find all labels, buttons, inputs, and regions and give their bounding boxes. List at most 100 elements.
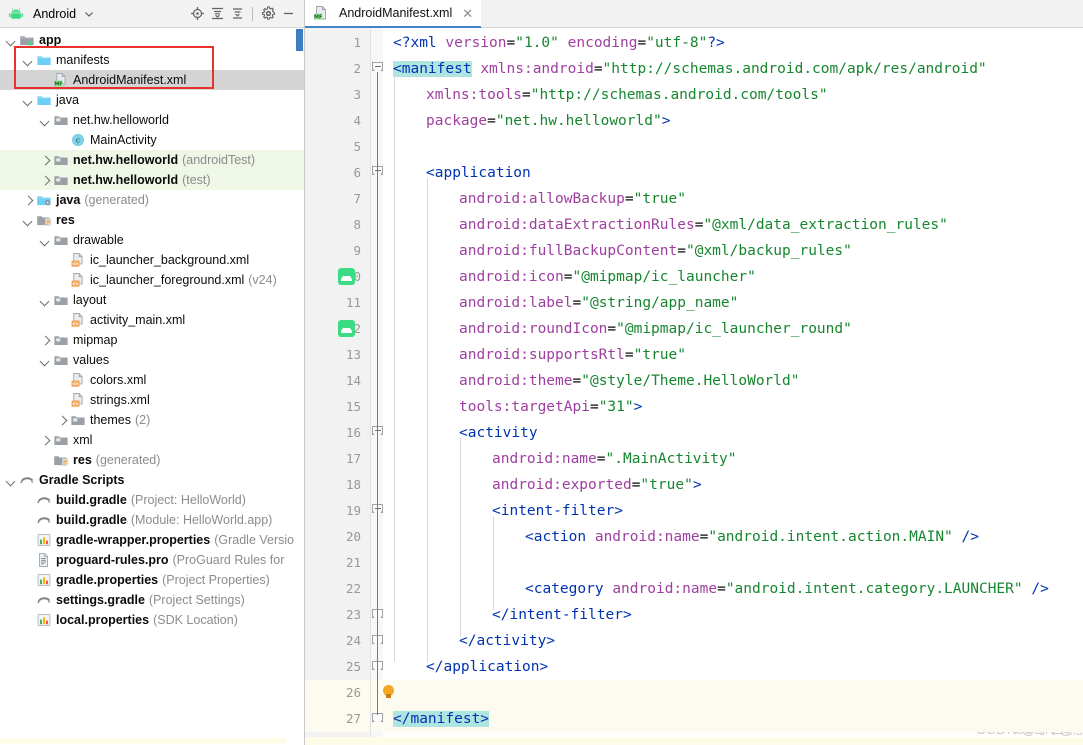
code-line[interactable]: android:allowBackup="true" — [383, 186, 1083, 212]
tree-item-androidmanifest-xml[interactable]: MF AndroidManifest.xml — [0, 70, 304, 90]
code-line[interactable]: android:label="@string/app_name" — [383, 290, 1083, 316]
code-line[interactable]: tools:targetApi="31"> — [383, 394, 1083, 420]
chevron-right-icon[interactable] — [40, 155, 51, 166]
code-line[interactable]: </manifest> — [383, 706, 1083, 732]
project-tree[interactable]: app manifests MF AndroidManifest.xml java net… — [0, 28, 304, 745]
tree-item-net-hw-helloworld[interactable]: net.hw.helloworld — [0, 110, 304, 130]
code-line[interactable]: <action android:name="android.intent.act… — [383, 524, 1083, 550]
tree-item-layout[interactable]: layout — [0, 290, 304, 310]
tree-item-net-hw-helloworld[interactable]: net.hw.helloworld (androidTest) — [0, 150, 304, 170]
indent-guide — [460, 438, 461, 636]
tree-item-gradle-scripts[interactable]: Gradle Scripts — [0, 470, 304, 490]
settings-gear-icon[interactable] — [258, 4, 278, 24]
code-line[interactable]: </intent-filter> — [383, 602, 1083, 628]
code-line[interactable]: <manifest xmlns:android="http://schemas.… — [383, 56, 1083, 82]
code-line[interactable]: package="net.hw.helloworld"> — [383, 108, 1083, 134]
code-line[interactable] — [383, 680, 1083, 706]
project-panel-hscrollbar-thumb[interactable] — [0, 738, 286, 744]
code-line[interactable]: <activity — [383, 420, 1083, 446]
chevron-right-icon[interactable] — [40, 335, 51, 346]
tree-item-build-gradle[interactable]: build.gradle (Module: HelloWorld.app) — [0, 510, 304, 530]
chevron-down-icon[interactable] — [40, 235, 51, 246]
code-line[interactable]: android:exported="true"> — [383, 472, 1083, 498]
tree-item-themes[interactable]: themes (2) — [0, 410, 304, 430]
tree-item-net-hw-helloworld[interactable]: net.hw.helloworld (test) — [0, 170, 304, 190]
android-icon[interactable] — [338, 320, 355, 337]
close-icon[interactable]: ✕ — [462, 7, 473, 20]
tree-item-res[interactable]: res — [0, 210, 304, 230]
tree-item-ic-launcher-foreground-xml[interactable]: <> ic_launcher_foreground.xml (v24) — [0, 270, 304, 290]
tree-item-local-properties[interactable]: local.properties (SDK Location) — [0, 610, 304, 630]
tree-item-values[interactable]: values — [0, 350, 304, 370]
code-line-text: android:icon="@mipmap/ic_launcher" — [383, 264, 756, 290]
tree-item-drawable[interactable]: drawable — [0, 230, 304, 250]
chevron-down-icon[interactable] — [23, 215, 34, 226]
tree-item-app[interactable]: app — [0, 30, 304, 50]
code-line[interactable] — [383, 550, 1083, 576]
tree-item-strings-xml[interactable]: <> strings.xml — [0, 390, 304, 410]
tree-item-mainactivity[interactable]: c MainActivity — [0, 130, 304, 150]
code-line[interactable]: <intent-filter> — [383, 498, 1083, 524]
chevron-down-icon[interactable] — [23, 55, 34, 66]
code-line[interactable]: android:supportsRtl="true" — [383, 342, 1083, 368]
tree-item-label: mipmap — [73, 333, 118, 347]
chevron-down-icon[interactable] — [6, 475, 17, 486]
expand-all-icon[interactable] — [207, 4, 227, 24]
code-editor[interactable]: 1234567891011121314151617181920212223242… — [305, 28, 1083, 745]
tree-item-java[interactable]: java (generated) — [0, 190, 304, 210]
code-content[interactable]: CSDN @小白熊 CSDN @小@浅夏355 <?xml version="1… — [383, 28, 1083, 745]
code-line[interactable]: android:name=".MainActivity" — [383, 446, 1083, 472]
editor-horizontal-scrollbar[interactable] — [305, 737, 1083, 745]
chevron-down-icon[interactable] — [40, 115, 51, 126]
code-line[interactable]: android:dataExtractionRules="@xml/data_e… — [383, 212, 1083, 238]
chevron-down-icon[interactable] — [40, 355, 51, 366]
chevron-right-icon[interactable] — [57, 415, 68, 426]
code-line[interactable]: <category android:name="android.intent.c… — [383, 576, 1083, 602]
tree-item-proguard-rules-pro[interactable]: proguard-rules.pro (ProGuard Rules for — [0, 550, 304, 570]
tab-android-manifest[interactable]: MF AndroidManifest.xml ✕ — [305, 0, 482, 28]
code-line-text: package="net.hw.helloworld"> — [383, 108, 670, 134]
tree-item-settings-gradle[interactable]: settings.gradle (Project Settings) — [0, 590, 304, 610]
tree-item-ic-launcher-background-xml[interactable]: <> ic_launcher_background.xml — [0, 250, 304, 270]
tree-item-java[interactable]: java — [0, 90, 304, 110]
tree-item-gradle-wrapper-properties[interactable]: gradle-wrapper.properties (Gradle Versio — [0, 530, 304, 550]
project-panel-scrollbar-track[interactable] — [296, 29, 303, 743]
tree-item-colors-xml[interactable]: <> colors.xml — [0, 370, 304, 390]
code-line[interactable]: android:roundIcon="@mipmap/ic_launcher_r… — [383, 316, 1083, 342]
code-line[interactable] — [383, 134, 1083, 160]
tree-item-build-gradle[interactable]: build.gradle (Project: HelloWorld) — [0, 490, 304, 510]
chevron-down-icon[interactable] — [23, 95, 34, 106]
chevron-right-icon[interactable] — [23, 195, 34, 206]
locate-target-icon[interactable] — [187, 4, 207, 24]
tree-item-gradle-properties[interactable]: gradle.properties (Project Properties) — [0, 570, 304, 590]
chevron-right-icon[interactable] — [40, 175, 51, 186]
code-line[interactable]: </application> — [383, 654, 1083, 680]
tree-item-res[interactable]: res (generated) — [0, 450, 304, 470]
line-number-gutter[interactable]: 1234567891011121314151617181920212223242… — [305, 28, 370, 745]
minimize-icon[interactable] — [278, 4, 298, 24]
tree-item-manifests[interactable]: manifests — [0, 50, 304, 70]
chevron-down-icon[interactable] — [40, 295, 51, 306]
code-line[interactable]: <application — [383, 160, 1083, 186]
tree-item-xml[interactable]: xml — [0, 430, 304, 450]
project-view-selector[interactable]: Android — [8, 6, 99, 22]
chevron-down-icon[interactable] — [6, 35, 17, 46]
code-line[interactable]: android:icon="@mipmap/ic_launcher" — [383, 264, 1083, 290]
project-panel-scrollbar-thumb[interactable] — [296, 29, 303, 51]
code-line[interactable]: </activity> — [383, 628, 1083, 654]
tree-item-activity-main-xml[interactable]: <> activity_main.xml — [0, 310, 304, 330]
code-line[interactable]: android:theme="@style/Theme.HelloWorld" — [383, 368, 1083, 394]
code-folding-strip[interactable] — [370, 28, 383, 745]
tree-item-mipmap[interactable]: mipmap — [0, 330, 304, 350]
chevron-right-icon[interactable] — [40, 435, 51, 446]
code-line[interactable]: xmlns:tools="http://schemas.android.com/… — [383, 82, 1083, 108]
android-icon[interactable] — [338, 268, 355, 285]
chevron-down-icon[interactable] — [83, 8, 95, 20]
code-line[interactable]: <?xml version="1.0" encoding="utf-8"?> — [383, 30, 1083, 56]
code-line[interactable]: android:fullBackupContent="@xml/backup_r… — [383, 238, 1083, 264]
collapse-all-icon[interactable] — [227, 4, 247, 24]
tree-item-label: net.hw.helloworld — [73, 173, 179, 187]
code-token: "android.intent.action.MAIN" — [708, 529, 953, 545]
